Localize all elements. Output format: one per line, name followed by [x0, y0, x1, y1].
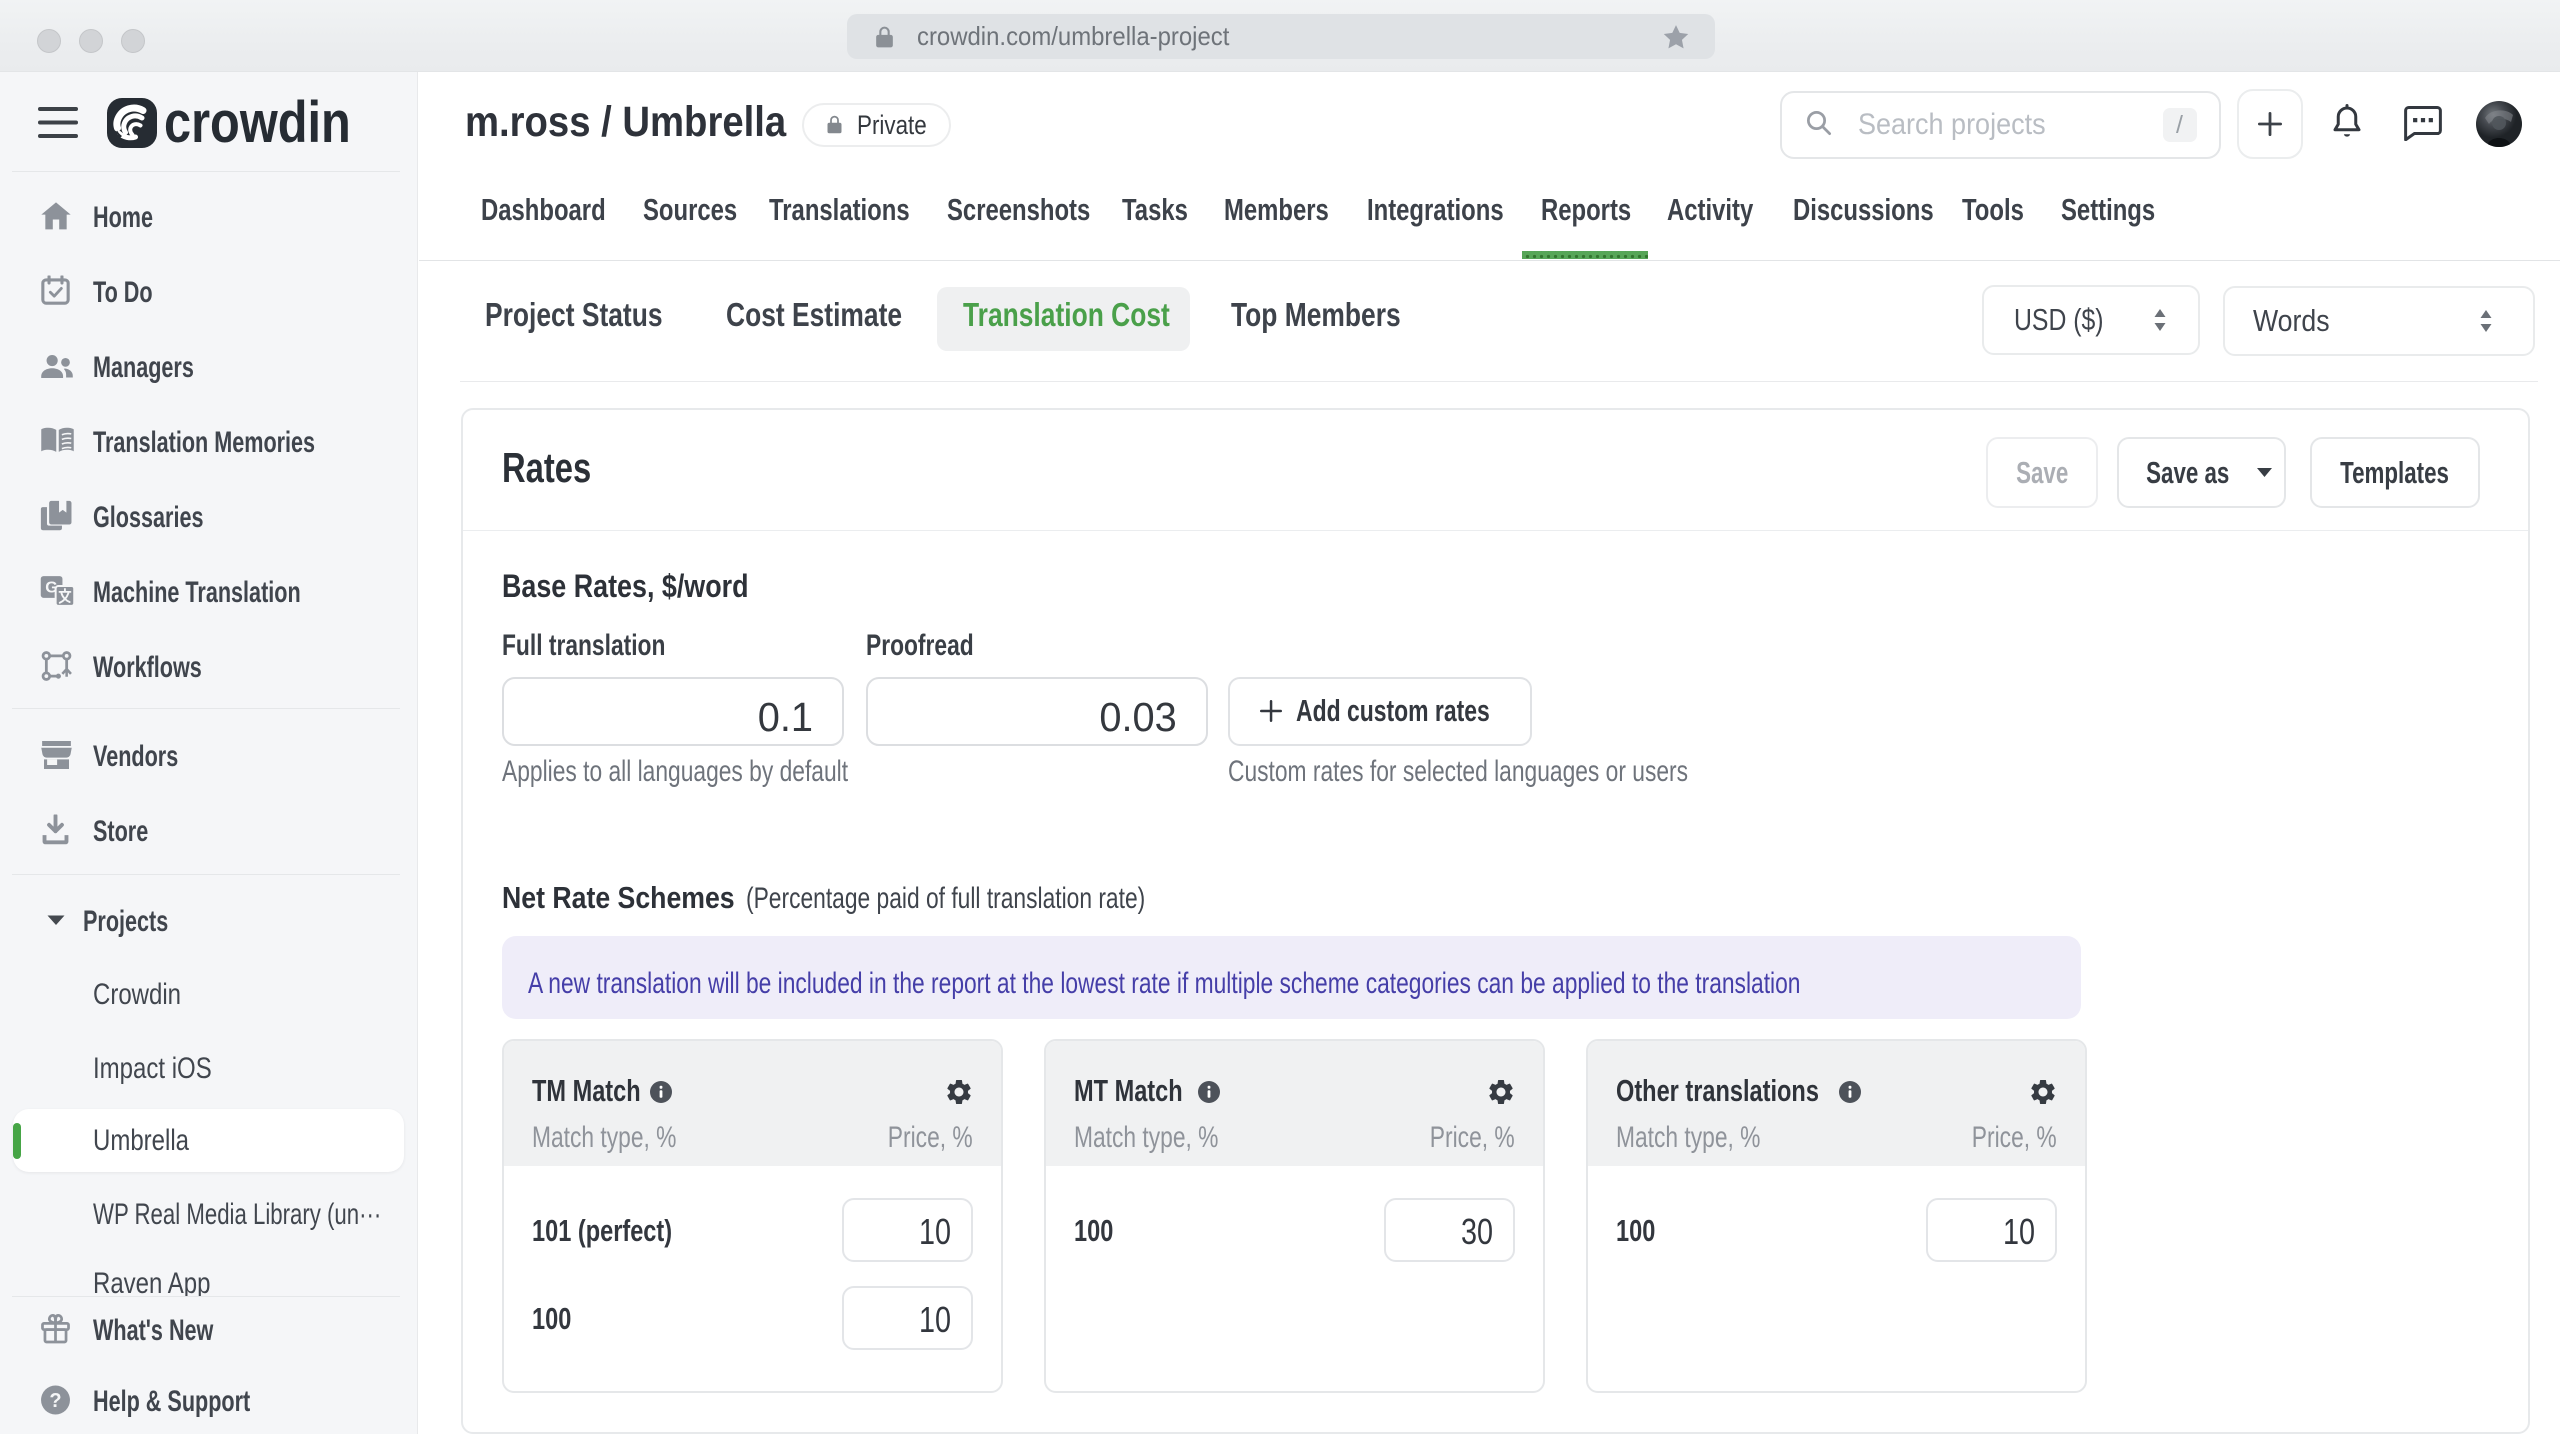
svg-text:?: ? — [49, 1390, 61, 1412]
